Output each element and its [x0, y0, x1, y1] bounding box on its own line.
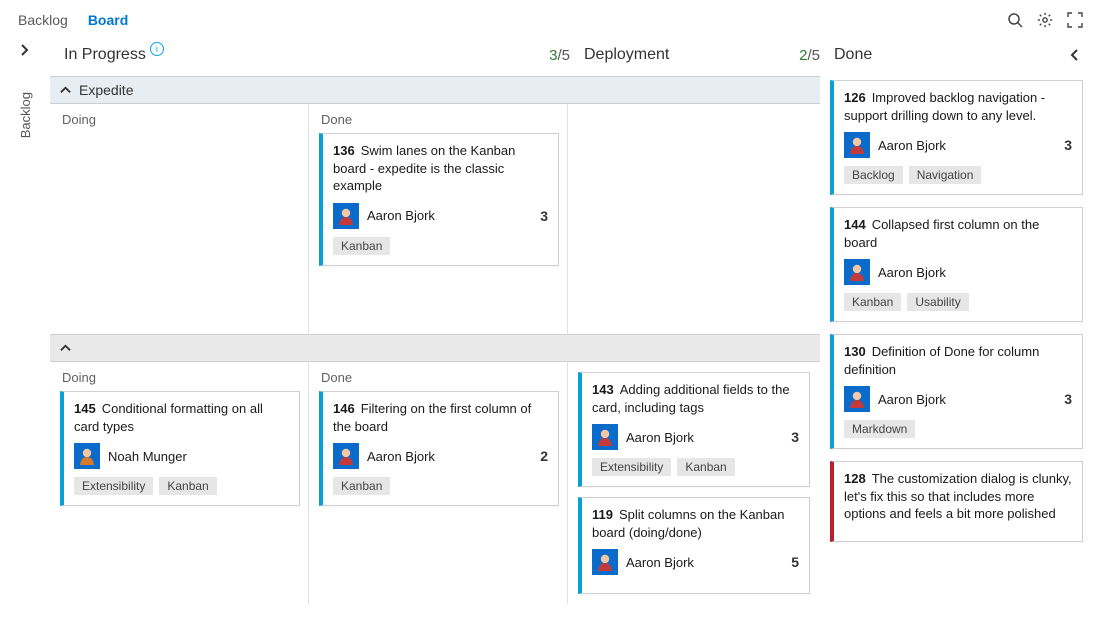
card-count: 3 — [1064, 137, 1072, 153]
lane-label: Expedite — [79, 82, 133, 98]
tag[interactable]: Kanban — [159, 477, 216, 495]
chevron-up-icon — [60, 85, 71, 96]
assignee-name: Noah Munger — [108, 449, 187, 464]
assignee-name: Aaron Bjork — [878, 392, 946, 407]
tab-backlog[interactable]: Backlog — [8, 8, 78, 32]
subcolumn-doing: Doing — [50, 362, 308, 391]
card-count: 3 — [791, 429, 799, 445]
card-id: 143 — [592, 382, 614, 397]
card-id: 145 — [74, 401, 96, 416]
subcolumn-done: Done — [309, 104, 567, 133]
wip-in-progress: 3/5 — [549, 47, 584, 64]
subcolumn-doing: Doing — [50, 104, 308, 133]
card-title: The customization dialog is clunky, let'… — [844, 471, 1072, 521]
kanban-card[interactable]: 145Conditional formatting on all card ty… — [60, 391, 300, 506]
avatar — [74, 443, 100, 469]
kanban-card[interactable]: 119Split columns on the Kanban board (do… — [578, 497, 810, 594]
kanban-card[interactable]: 146Filtering on the first column of the … — [319, 391, 559, 506]
kanban-card[interactable]: 128The customization dialog is clunky, l… — [830, 461, 1083, 542]
tag[interactable]: Markdown — [844, 420, 915, 438]
avatar — [844, 132, 870, 158]
card-title: Split columns on the Kanban board (doing… — [592, 507, 784, 540]
avatar — [592, 424, 618, 450]
kanban-card[interactable]: 130Definition of Done for column definit… — [830, 334, 1083, 449]
lane-header-expedite[interactable]: Expedite — [50, 76, 820, 104]
assignee-name: Aaron Bjork — [367, 208, 435, 223]
tag[interactable]: Extensibility — [74, 477, 153, 495]
avatar — [333, 443, 359, 469]
card-title: Collapsed first column on the board — [844, 217, 1039, 250]
card-title: Definition of Done for column definition — [844, 344, 1039, 377]
column-title-deployment: Deployment — [584, 46, 669, 64]
tag[interactable]: Usability — [907, 293, 968, 311]
card-id: 128 — [844, 471, 866, 486]
kanban-card[interactable]: 143Adding additional fields to the card,… — [578, 372, 810, 487]
avatar — [844, 259, 870, 285]
kanban-card[interactable]: 144Collapsed first column on the board A… — [830, 207, 1083, 322]
gear-icon[interactable] — [1035, 10, 1055, 30]
chevron-up-icon — [60, 343, 71, 354]
tag[interactable]: Backlog — [844, 166, 903, 184]
card-id: 144 — [844, 217, 866, 232]
tag[interactable]: Navigation — [909, 166, 982, 184]
card-count: 5 — [791, 554, 799, 570]
tag[interactable]: Kanban — [333, 477, 390, 495]
tag[interactable]: Kanban — [844, 293, 901, 311]
card-title: Improved backlog navigation - support dr… — [844, 90, 1045, 123]
card-title: Conditional formatting on all card types — [74, 401, 263, 434]
info-icon[interactable]: i — [150, 42, 164, 56]
assignee-name: Aaron Bjork — [367, 449, 435, 464]
card-id: 130 — [844, 344, 866, 359]
card-count: 2 — [540, 448, 548, 464]
tab-board[interactable]: Board — [78, 8, 138, 32]
assignee-name: Aaron Bjork — [626, 555, 694, 570]
sidebar-label: Backlog — [18, 92, 33, 138]
card-id: 136 — [333, 143, 355, 158]
search-icon[interactable] — [1005, 10, 1025, 30]
assignee-name: Aaron Bjork — [878, 265, 946, 280]
subcolumn-done: Done — [309, 362, 567, 391]
tag[interactable]: Extensibility — [592, 458, 671, 476]
kanban-card[interactable]: 126Improved backlog navigation - support… — [830, 80, 1083, 195]
card-title: Filtering on the first column of the boa… — [333, 401, 531, 434]
collapse-done-chevron-icon[interactable] — [1069, 49, 1081, 61]
card-id: 119 — [592, 507, 613, 522]
avatar — [592, 549, 618, 575]
card-count: 3 — [1064, 391, 1072, 407]
assignee-name: Aaron Bjork — [626, 430, 694, 445]
card-count: 3 — [540, 208, 548, 224]
avatar — [844, 386, 870, 412]
card-title: Swim lanes on the Kanban board - expedit… — [333, 143, 515, 193]
avatar — [333, 203, 359, 229]
assignee-name: Aaron Bjork — [878, 138, 946, 153]
expand-sidebar-chevron-icon[interactable] — [15, 40, 35, 60]
tag[interactable]: Kanban — [677, 458, 734, 476]
fullscreen-icon[interactable] — [1065, 10, 1085, 30]
card-title: Adding additional fields to the card, in… — [592, 382, 790, 415]
tag[interactable]: Kanban — [333, 237, 390, 255]
column-title-done: Done — [834, 46, 872, 64]
card-id: 126 — [844, 90, 866, 105]
card-id: 146 — [333, 401, 355, 416]
wip-deployment: 2/5 — [799, 47, 834, 64]
lane-header-default[interactable] — [50, 334, 820, 362]
column-title-in-progress: In Progress — [64, 46, 146, 64]
kanban-card[interactable]: 136Swim lanes on the Kanban board - expe… — [319, 133, 559, 266]
